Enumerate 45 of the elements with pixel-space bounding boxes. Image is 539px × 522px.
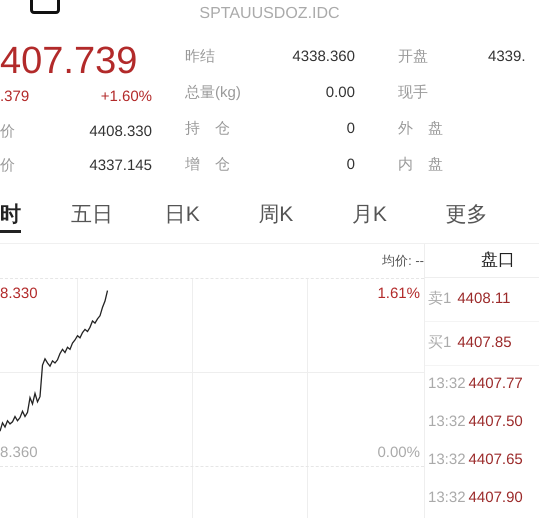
average-price-label: 均价: -- [382,252,424,270]
symbol-title: SPTAUUSDOZ.IDC [199,4,340,24]
last-price: 407.739 [0,39,138,84]
stat-label: 价 [0,156,15,176]
price-axis-label: 8.360 [0,442,38,462]
order-label: 卖1 [427,288,452,309]
stat-label: 外 盘 [397,118,444,139]
trade-price: 4407.77 [468,374,523,394]
stat-value: 4408.330 [89,122,152,142]
percent-axis-label: 0.00% [377,442,420,462]
period-tab[interactable]: 更多 [445,191,539,239]
period-tab[interactable]: 日K [164,191,258,239]
stat-label: 昨结 [184,46,216,67]
trade-price: 4407.50 [468,412,523,432]
stat-value: 4337.145 [89,156,152,176]
stat-value: 4338.360 [291,46,355,67]
trade-price: 4407.90 [468,488,523,508]
stat-label: 价 [0,122,15,142]
stat-value: 0 [346,154,355,175]
trade-price: 4407.65 [468,450,523,470]
stat-label: 持 仓 [184,118,231,139]
stat-label: 增 仓 [184,154,231,175]
stat-label: 总量(kg) [184,82,242,103]
period-tab[interactable]: 月K [352,191,446,239]
panel-header: 盘口 [425,244,539,278]
price-axis-label: 8.330 [0,284,38,304]
percent-axis-label: 1.61% [377,284,420,304]
trade-time: 13:32 [427,450,466,470]
period-tab[interactable]: 五日 [71,191,165,239]
order-price: 4408.11 [457,288,510,309]
trade-time: 13:32 [427,488,466,508]
price-change: .379 [0,87,30,107]
change-percent: +1.60% [100,87,152,107]
period-tab[interactable]: 时 [0,191,72,239]
stat-value: 4339. [488,46,526,67]
stat-label: 内 盘 [397,154,444,175]
stat-value: 0.00 [324,82,355,103]
trade-time: 13:32 [427,412,466,432]
order-label: 买1 [427,332,452,353]
stat-label: 开盘 [397,46,429,67]
stat-label: 现手 [397,82,429,103]
stat-value: 0 [346,118,355,139]
order-price: 4407.85 [457,332,512,353]
trade-time: 13:32 [427,374,466,394]
period-tab[interactable]: 周K [258,191,352,239]
